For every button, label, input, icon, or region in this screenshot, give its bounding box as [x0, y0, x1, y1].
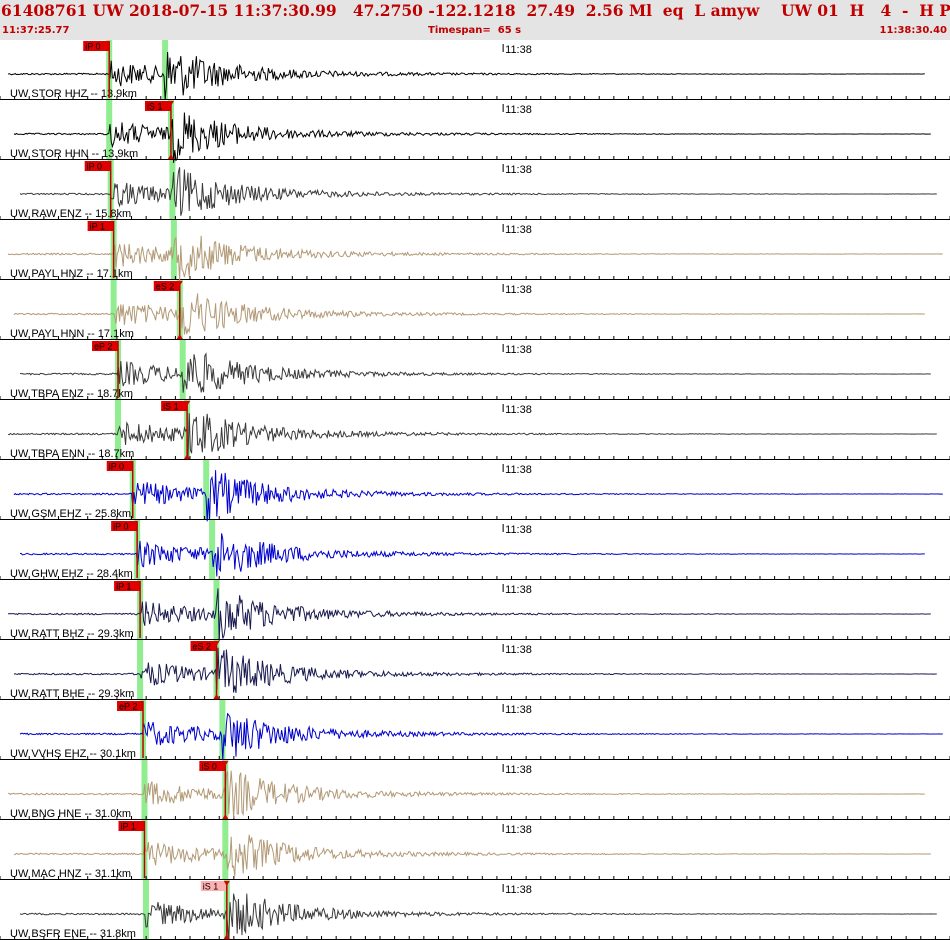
trace-label: UW RAW ENZ -- 15.8km [10, 208, 131, 220]
window-end-time: 11:38:30.40 [879, 25, 947, 36]
waveform [19, 712, 943, 761]
trace-label: UW TBPA ENN -- 18.7km [10, 448, 134, 460]
pick-label: iP 0 [113, 522, 128, 532]
pick-label: iP 0 [87, 162, 102, 172]
pick-label: iS 1 [147, 102, 163, 112]
waveform [7, 51, 925, 100]
trace-label: UW VVHS EHZ -- 30.1km [10, 748, 136, 760]
waveform [13, 647, 937, 693]
pick-label: iS 1 [203, 882, 219, 892]
pick-label: iP 1 [120, 822, 135, 832]
trace-label: UW TBPA ENZ -- 18.7km [10, 388, 133, 400]
waveform [13, 470, 943, 522]
time-tick-label: 11:38 [505, 524, 532, 536]
time-tick-label: 11:38 [505, 404, 532, 416]
timespan-label: Timespan= 65 s [428, 25, 522, 36]
time-tick-label: 11:38 [505, 644, 532, 656]
waveform [13, 112, 931, 163]
pick-label: iS 0 [201, 762, 217, 772]
pick-label: eS 2 [156, 282, 175, 292]
trace-label: UW RATT BHE -- 29.3km [10, 688, 134, 700]
waveform [19, 533, 925, 577]
trace-label: UW GHW EHZ -- 28.4km [10, 568, 133, 580]
pick-label: eP 2 [119, 702, 137, 712]
waveform [13, 293, 925, 335]
trace-label: UW GSM EHZ -- 25.8km [10, 508, 131, 520]
pick-label: iP 0 [85, 42, 100, 52]
pick-label: eP 2 [94, 342, 112, 352]
trace-label: UW BNG HNE -- 31.0km [10, 808, 131, 820]
pick-label: iP 1 [116, 582, 131, 592]
trace-label: UW STOR HHZ -- 13.9km [10, 88, 137, 100]
waveform [19, 893, 937, 940]
time-tick-label: 11:38 [505, 284, 532, 296]
seismogram-panel[interactable]: 11:38 UW STOR HHZ -- 13.9km iP 0 11:38 UW ST… [0, 40, 950, 940]
time-tick-label: 11:38 [505, 884, 532, 896]
event-summary: 61408761 UW 2018-07-15 11:37:30.99 47.27… [1, 1, 950, 20]
time-tick-label: 11:38 [505, 764, 532, 776]
s-arrival-band [162, 40, 230, 940]
trace-label: UW BSFR ENE -- 31.8km [10, 928, 136, 940]
time-tick-label: 11:38 [505, 824, 532, 836]
waveform [19, 352, 931, 393]
time-tick-label: 11:38 [505, 704, 532, 716]
pick-label: eS 2 [193, 642, 212, 652]
time-tick-label: 11:38 [505, 224, 532, 236]
seismogram-viewer: 61408761 UW 2018-07-15 11:37:30.99 47.27… [0, 0, 950, 940]
event-header: 61408761 UW 2018-07-15 11:37:30.99 47.27… [0, 0, 950, 40]
waveform [7, 235, 943, 282]
pick-label: iP 0 [109, 462, 124, 472]
pick-label: iP 1 [90, 222, 105, 232]
time-tick-label: 11:38 [505, 164, 532, 176]
time-tick-label: 11:38 [505, 44, 532, 56]
time-tick-label: 11:38 [505, 584, 532, 596]
time-tick-label: 11:38 [505, 464, 532, 476]
trace-label: UW STOR HHN -- 13.9km [10, 148, 138, 160]
trace-label: UW PAYL HNN -- 17.1km [10, 328, 134, 340]
waveform [19, 167, 937, 216]
waveform [7, 588, 931, 641]
pick-label: iS 1 [163, 402, 179, 412]
time-tick-label: 11:38 [505, 344, 532, 356]
window-start-time: 11:37:25.77 [2, 25, 70, 36]
time-tick-label: 11:38 [505, 104, 532, 116]
waveform [7, 413, 937, 460]
waveform [13, 834, 931, 877]
trace-label: UW RATT BHZ -- 29.3km [10, 628, 134, 640]
trace-label: UW MAC HNZ -- 31.1km [10, 868, 131, 880]
